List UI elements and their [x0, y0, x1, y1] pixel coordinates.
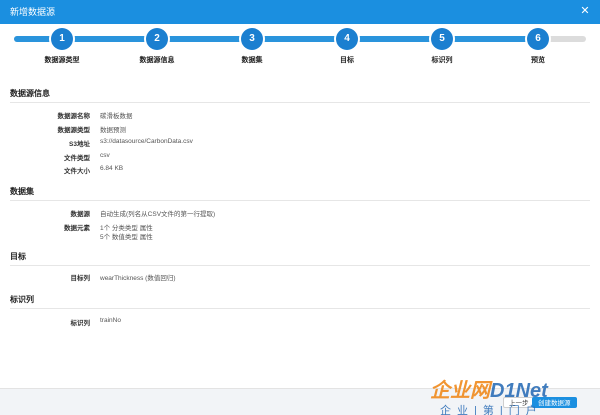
watermark-net-text: D1Net: [490, 380, 548, 402]
step-label: 数据源信息: [139, 57, 175, 64]
step-label: 数据源类型: [44, 57, 80, 64]
field-label: 文件大小: [64, 168, 90, 175]
field-value: s3://datasource/CarbonData.csv: [100, 138, 193, 145]
field-value-secondary: 5个 数值类型 属性: [100, 234, 153, 241]
field-label: 数据源名称: [57, 113, 91, 120]
step-5[interactable]: 5 标识列: [407, 28, 477, 65]
section-divider: [10, 102, 590, 103]
section-divider: [10, 265, 590, 266]
step-number: 4: [336, 28, 358, 50]
step-label: 数据集: [241, 57, 263, 64]
review-content: 数据源信息 数据源名称 碳滑板数据 数据源类型 数据预测 S3地址 s3://d…: [0, 78, 600, 388]
step-label: 预览: [531, 57, 545, 64]
step-3[interactable]: 3 数据集: [217, 28, 287, 65]
field-label: 数据元素: [64, 225, 90, 232]
section-divider: [10, 200, 590, 201]
section-divider: [10, 308, 590, 309]
field-value: 自动生成(列名从CSV文件的第一行提取): [100, 211, 216, 218]
close-icon[interactable]: ✕: [578, 4, 592, 18]
step-6[interactable]: 6 预览: [503, 28, 573, 65]
step-number: 2: [146, 28, 168, 50]
step-number: 1: [51, 28, 73, 50]
watermark-subtext: 企业|第|门户: [440, 405, 543, 415]
dialog-title: 新增数据源: [10, 7, 56, 17]
dialog-titlebar: 新增数据源 ✕: [0, 0, 600, 24]
section-title-source-info: 数据源信息: [10, 89, 50, 98]
field-label: 数据源: [70, 211, 91, 218]
field-label: 数据源类型: [57, 127, 91, 134]
field-value: 6.84 KB: [100, 165, 124, 172]
step-4[interactable]: 4 目标: [312, 28, 382, 65]
wizard-stepper: 1 数据源类型 2 数据源信息 3 数据集 4 目标 5 标识列 6 预览: [0, 24, 600, 72]
field-value: wearThickness (数值回归): [100, 275, 176, 282]
field-label: 目标列: [70, 275, 91, 282]
step-2[interactable]: 2 数据源信息: [122, 28, 192, 65]
step-label: 目标: [340, 57, 354, 64]
section-title-id-column: 标识列: [10, 295, 34, 304]
step-number: 6: [527, 28, 549, 50]
field-label: S3地址: [69, 141, 90, 148]
section-title-target: 目标: [10, 252, 26, 261]
watermark-logo: 企业网D1Net: [430, 374, 548, 403]
watermark-main-text: 企业网: [430, 380, 490, 402]
field-value: 碳滑板数据: [100, 113, 133, 120]
field-value: trainNo: [100, 317, 121, 324]
step-number: 3: [241, 28, 263, 50]
field-label: 标识列: [70, 320, 91, 327]
step-number: 5: [431, 28, 453, 50]
field-label: 文件类型: [64, 155, 90, 162]
field-value: csv: [100, 152, 110, 159]
step-label: 标识列: [431, 57, 453, 64]
section-title-dataset: 数据集: [10, 187, 34, 196]
step-1[interactable]: 1 数据源类型: [27, 28, 97, 65]
field-value: 数据预测: [100, 127, 126, 134]
